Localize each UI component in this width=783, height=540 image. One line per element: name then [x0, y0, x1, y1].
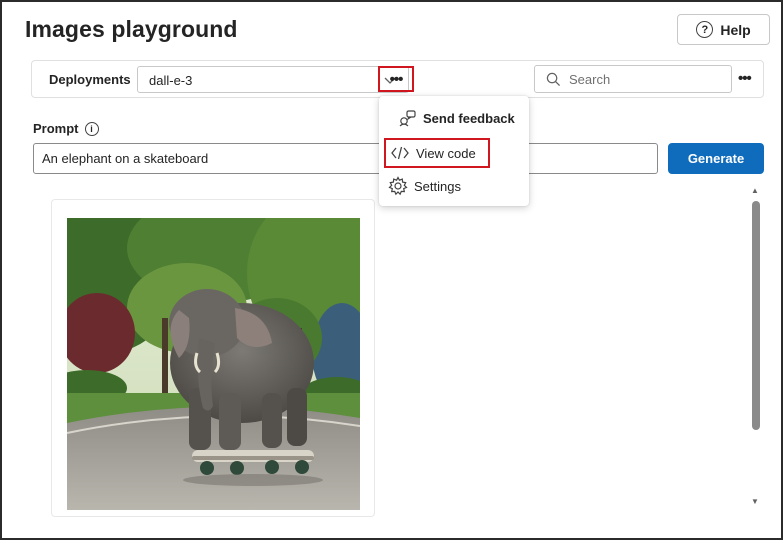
- code-icon: [390, 143, 410, 163]
- scroll-down-arrow[interactable]: ▼: [751, 497, 759, 506]
- prompt-input[interactable]: [33, 143, 658, 174]
- ellipsis-icon: •••: [738, 70, 752, 87]
- menu-item-send-feedback[interactable]: Send feedback: [397, 104, 515, 132]
- scroll-up-arrow[interactable]: ▲: [751, 186, 759, 195]
- scrollbar-thumb[interactable]: [752, 201, 760, 430]
- menu-item-label: View code: [416, 145, 476, 161]
- search-input[interactable]: [569, 71, 724, 88]
- menu-item-label: Settings: [414, 178, 461, 194]
- generated-results-card: [51, 199, 375, 517]
- deployments-toolbar: Deployments dall-e-3 ••• •••: [31, 60, 764, 98]
- menu-item-settings[interactable]: Settings: [388, 172, 461, 200]
- generated-image[interactable]: [67, 218, 360, 510]
- feedback-icon: [397, 108, 417, 128]
- deployments-label: Deployments: [49, 72, 131, 87]
- search-box[interactable]: [534, 65, 732, 93]
- help-label: Help: [720, 21, 751, 38]
- help-icon: ?: [696, 21, 714, 38]
- menu-item-view-code[interactable]: View code: [384, 138, 490, 168]
- more-options-menu: Send feedback View code Settings: [379, 96, 529, 206]
- help-button[interactable]: ? Help: [677, 14, 770, 45]
- deployment-value: dall-e-3: [149, 73, 193, 88]
- prompt-label: Prompt i: [33, 121, 99, 136]
- generate-button[interactable]: Generate: [668, 143, 764, 174]
- gear-icon: [388, 176, 408, 196]
- page-title: Images playground: [25, 16, 238, 42]
- deployment-select[interactable]: dall-e-3: [137, 66, 409, 93]
- prompt-label-text: Prompt: [33, 121, 79, 136]
- search-icon: [546, 72, 561, 87]
- ellipsis-icon: •••: [389, 70, 404, 88]
- menu-item-label: Send feedback: [423, 110, 515, 126]
- toolbar-more-button[interactable]: •••: [738, 70, 752, 87]
- more-options-button[interactable]: •••: [378, 66, 414, 92]
- info-icon[interactable]: i: [84, 121, 99, 136]
